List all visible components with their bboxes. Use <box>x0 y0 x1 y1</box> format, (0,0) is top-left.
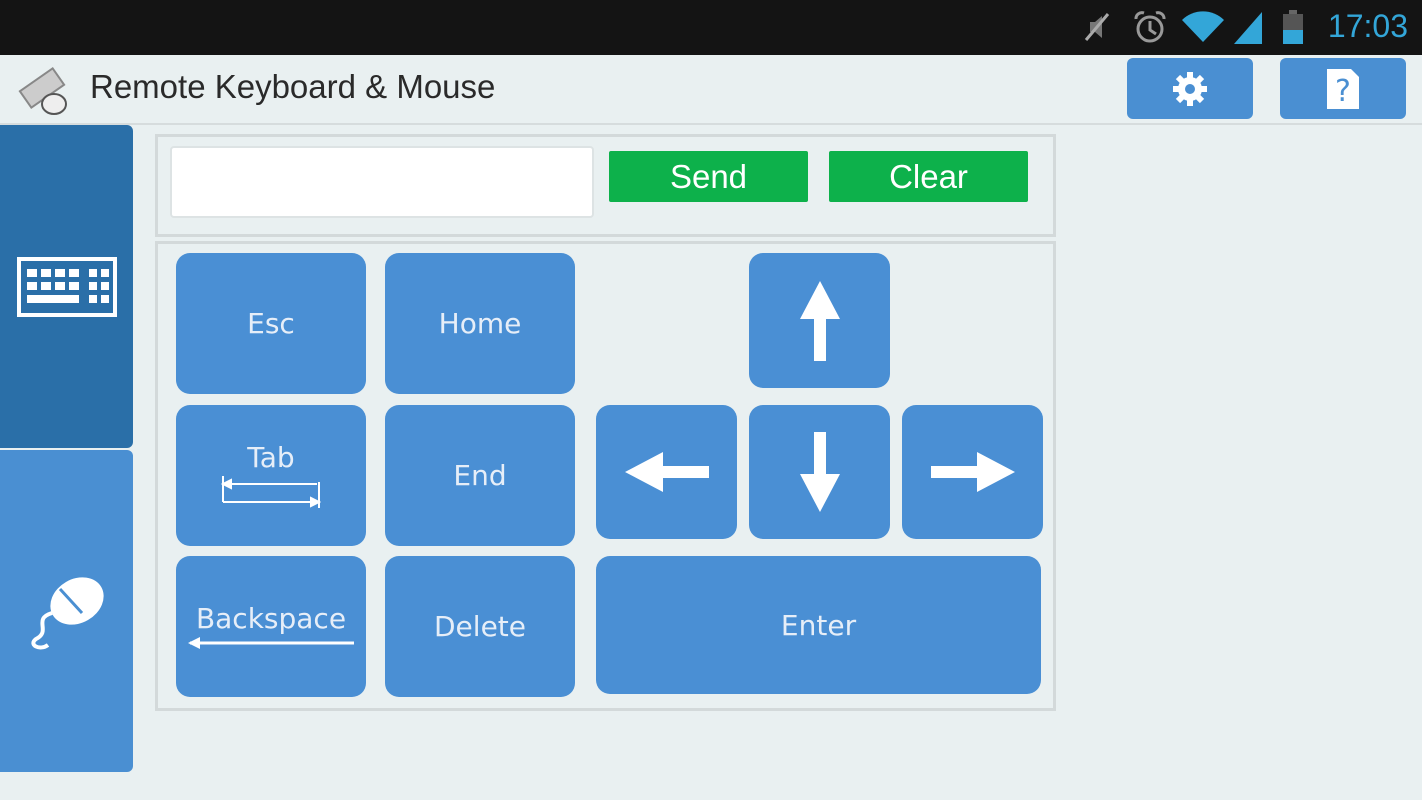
battery-icon <box>1283 10 1303 44</box>
up-arrow-key[interactable] <box>749 253 890 388</box>
tab-label: Tab <box>247 441 295 474</box>
clock: 17:03 <box>1327 8 1408 44</box>
mute-icon <box>1084 13 1110 41</box>
sidebar-tab-keyboard[interactable] <box>0 125 133 448</box>
wifi-icon <box>1182 11 1224 42</box>
settings-gear-icon <box>1173 71 1207 106</box>
send-button[interactable]: Send <box>609 151 808 202</box>
esc-label: Esc <box>247 307 295 340</box>
alarm-icon <box>1134 11 1166 43</box>
backspace-key[interactable]: Backspace <box>176 556 366 697</box>
help-button[interactable]: ? <box>1280 58 1406 119</box>
arrow-down-icon <box>799 432 840 512</box>
arrow-up-icon <box>799 280 840 361</box>
signal-icon <box>1234 12 1262 44</box>
tab-key[interactable]: Tab <box>176 405 366 546</box>
sidebar-tab-mouse[interactable] <box>0 450 133 772</box>
app-logo-icon <box>18 66 67 115</box>
help-icon: ? <box>1327 68 1359 109</box>
esc-key[interactable]: Esc <box>176 253 366 394</box>
arrow-right-icon <box>930 452 1015 492</box>
home-key[interactable]: Home <box>385 253 575 394</box>
enter-label: Enter <box>780 608 857 642</box>
keyboard-icon <box>16 256 117 317</box>
clear-button[interactable]: Clear <box>829 151 1028 202</box>
mouse-icon <box>30 577 104 650</box>
backspace-label: Backspace <box>195 602 347 635</box>
down-arrow-key[interactable] <box>749 405 890 539</box>
right-arrow-key[interactable] <box>902 405 1043 539</box>
delete-key[interactable]: Delete <box>385 556 575 697</box>
delete-label: Delete <box>434 610 526 643</box>
home-label: Home <box>438 307 522 340</box>
settings-button[interactable] <box>1127 58 1253 119</box>
end-key[interactable]: End <box>385 405 575 546</box>
end-label: End <box>453 459 507 492</box>
tab-arrows-icon <box>221 476 321 508</box>
arrow-left-icon <box>624 452 709 492</box>
enter-key[interactable]: Enter <box>596 556 1041 694</box>
text-input[interactable] <box>170 146 594 218</box>
svg-text:?: ? <box>1335 74 1351 109</box>
backspace-arrow-icon <box>188 637 354 649</box>
app-title: Remote Keyboard & Mouse <box>90 68 496 105</box>
left-arrow-key[interactable] <box>596 405 737 539</box>
